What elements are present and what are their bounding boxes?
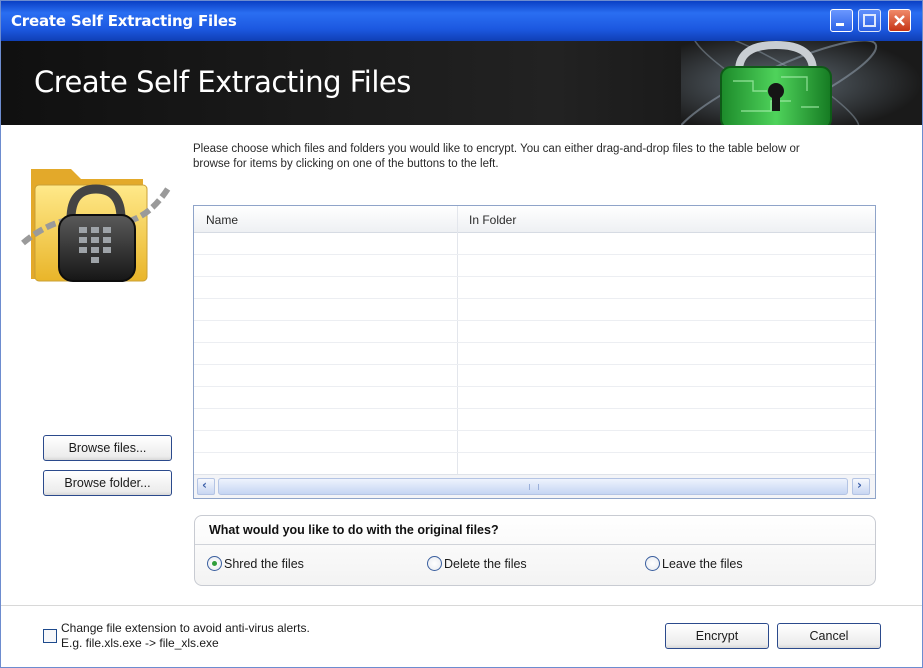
grip-icon bbox=[529, 484, 539, 490]
minimize-button[interactable] bbox=[830, 9, 853, 32]
chevron-left-icon: ‹ bbox=[202, 478, 207, 492]
column-header-name[interactable]: Name bbox=[206, 213, 238, 227]
close-icon bbox=[894, 15, 905, 26]
original-files-question: What would you like to do with the origi… bbox=[209, 523, 499, 537]
locked-folder-icon bbox=[21, 169, 171, 282]
file-table[interactable]: Name In Folder ‹ › bbox=[193, 205, 876, 499]
instructions-text: Please choose which files and folders yo… bbox=[193, 143, 800, 170]
scroll-right-button[interactable]: › bbox=[852, 478, 870, 495]
table-row[interactable] bbox=[194, 453, 875, 475]
title-bar[interactable]: Create Self Extracting Files bbox=[1, 1, 922, 41]
original-files-group: What would you like to do with the origi… bbox=[194, 515, 876, 586]
radio-label: Shred the files bbox=[224, 556, 304, 571]
table-row[interactable] bbox=[194, 343, 875, 365]
minimize-icon bbox=[836, 23, 844, 26]
encrypt-button[interactable]: Encrypt bbox=[665, 623, 769, 649]
group-divider bbox=[195, 544, 875, 545]
window-title: Create Self Extracting Files bbox=[11, 12, 237, 30]
radio-unselected-icon[interactable] bbox=[645, 556, 660, 571]
table-row[interactable] bbox=[194, 409, 875, 431]
padlock-circuit-icon bbox=[681, 41, 922, 125]
change-extension-label-line1: Change file extension to avoid anti-viru… bbox=[61, 621, 310, 635]
table-row[interactable] bbox=[194, 321, 875, 343]
scroll-left-button[interactable]: ‹ bbox=[197, 478, 215, 495]
scrollbar-thumb[interactable] bbox=[218, 478, 848, 495]
table-row[interactable] bbox=[194, 299, 875, 321]
radio-selected-icon[interactable] bbox=[207, 556, 222, 571]
radio-delete-files[interactable]: Delete the files bbox=[427, 556, 527, 571]
radio-unselected-icon[interactable] bbox=[427, 556, 442, 571]
change-extension-checkbox[interactable] bbox=[43, 629, 57, 643]
radio-shred-files[interactable]: Shred the files bbox=[207, 556, 304, 571]
table-row[interactable] bbox=[194, 233, 875, 255]
maximize-button[interactable] bbox=[858, 9, 881, 32]
chevron-right-icon: › bbox=[857, 478, 862, 492]
radio-label: Delete the files bbox=[444, 556, 527, 571]
maximize-icon bbox=[863, 14, 876, 27]
change-extension-example: E.g. file.xls.exe -> file_xls.exe bbox=[61, 636, 219, 650]
browse-files-button[interactable]: Browse files... bbox=[43, 435, 172, 461]
table-row[interactable] bbox=[194, 365, 875, 387]
table-row[interactable] bbox=[194, 277, 875, 299]
footer-divider bbox=[1, 605, 922, 606]
radio-label: Leave the files bbox=[662, 556, 743, 571]
table-header: Name In Folder bbox=[194, 206, 875, 233]
dialog-window: Create Self Extracting Files Create Self… bbox=[0, 0, 923, 668]
change-extension-label[interactable]: Change file extension to avoid anti-viru… bbox=[61, 621, 310, 651]
table-row[interactable] bbox=[194, 431, 875, 453]
column-header-in-folder[interactable]: In Folder bbox=[469, 213, 516, 227]
header-banner: Create Self Extracting Files bbox=[1, 41, 922, 125]
close-button[interactable] bbox=[888, 9, 911, 32]
table-row[interactable] bbox=[194, 255, 875, 277]
table-row[interactable] bbox=[194, 387, 875, 409]
browse-folder-button[interactable]: Browse folder... bbox=[43, 470, 172, 496]
radio-leave-files[interactable]: Leave the files bbox=[645, 556, 743, 571]
banner-heading: Create Self Extracting Files bbox=[34, 65, 411, 99]
horizontal-scrollbar[interactable]: ‹ › bbox=[194, 474, 875, 498]
cancel-button[interactable]: Cancel bbox=[777, 623, 881, 649]
